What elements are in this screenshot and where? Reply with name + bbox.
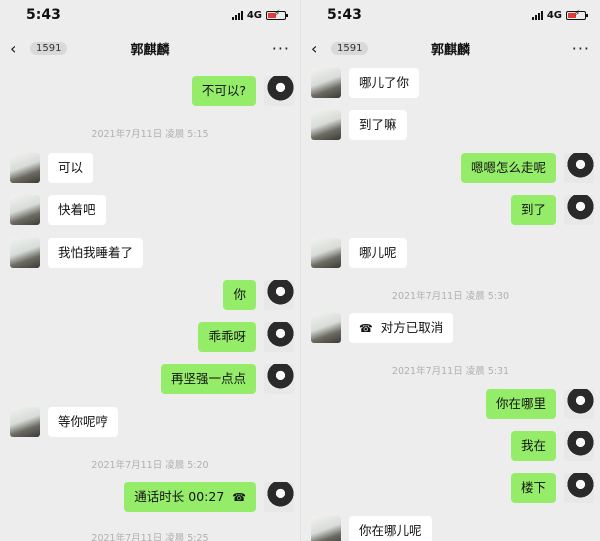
status-bar: 5:43 4G ⚡ xyxy=(0,0,300,30)
message-bubble[interactable]: 再坚强一点点 xyxy=(160,364,256,394)
network-label: 4G xyxy=(546,9,562,21)
message-row: 我在 xyxy=(301,429,600,463)
status-icons: 4G ⚡ xyxy=(531,9,588,21)
message-bubble[interactable]: 等你呢哼 xyxy=(48,407,119,437)
message-row: 楼下 xyxy=(301,471,600,505)
message-bubble[interactable]: 嗯嗯怎么走呢 xyxy=(460,153,556,183)
status-time: 5:43 xyxy=(26,7,61,23)
avatar[interactable] xyxy=(264,322,294,352)
status-icons: 4G ⚡ xyxy=(231,9,288,21)
avatar[interactable] xyxy=(10,238,40,268)
ellipsis-icon[interactable]: ··· xyxy=(272,39,290,58)
chat-screen-left: 5:43 4G ⚡ ‹ 1591 郭麒麟 ··· 不可以? 2021年7月11日… xyxy=(0,0,300,541)
timestamp: 2021年7月11日 凌晨 5:20 xyxy=(91,460,209,471)
timestamp: 2021年7月11日 凌晨 5:31 xyxy=(391,366,510,377)
network-label: 4G xyxy=(246,9,262,21)
message-row: 哪儿了你 xyxy=(301,66,600,100)
message-row: 哪儿呢 xyxy=(301,236,600,270)
avatar[interactable] xyxy=(311,68,341,98)
avatar[interactable] xyxy=(311,110,341,140)
avatar[interactable] xyxy=(311,516,341,541)
message-row: 到了 xyxy=(301,193,600,227)
message-row: 通话时长 00:27 ☎ xyxy=(0,480,300,514)
avatar[interactable] xyxy=(264,482,294,512)
message-row: 不可以? xyxy=(0,74,300,108)
status-bar: 5:43 4G ⚡ xyxy=(301,0,600,30)
chevron-left-icon[interactable]: ‹ xyxy=(301,39,329,58)
avatar[interactable] xyxy=(10,407,40,437)
message-row: ☎ 对方已取消 xyxy=(301,311,600,345)
message-bubble[interactable]: 到了嘛 xyxy=(349,110,407,140)
message-row: 你在哪里 xyxy=(301,387,600,421)
message-bubble[interactable]: 你在哪里 xyxy=(485,389,556,419)
avatar[interactable] xyxy=(264,280,294,310)
avatar[interactable] xyxy=(311,238,341,268)
message-row: 快着吧 xyxy=(0,193,300,227)
message-bubble[interactable]: 不可以? xyxy=(191,76,256,106)
avatar[interactable] xyxy=(10,195,40,225)
chat-screen-right: 5:43 4G ⚡ ‹ 1591 郭麒麟 ··· 哪儿了你 到了嘛 嗯嗯怎么走呢… xyxy=(300,0,600,541)
timestamp: 2021年7月11日 凌晨 5:25 xyxy=(91,533,209,541)
unread-count-badge[interactable]: 1591 xyxy=(30,41,68,55)
message-bubble[interactable]: 快着吧 xyxy=(48,195,106,225)
message-row: 乖乖呀 xyxy=(0,320,300,354)
timestamp: 2021年7月11日 凌晨 5:30 xyxy=(391,291,510,302)
avatar[interactable] xyxy=(264,76,294,106)
message-bubble[interactable]: 哪儿了你 xyxy=(349,68,420,98)
message-bubble[interactable]: 乖乖呀 xyxy=(198,322,256,352)
nav-bar: ‹ 1591 郭麒麟 ··· xyxy=(0,32,300,64)
ellipsis-icon[interactable]: ··· xyxy=(572,39,590,58)
message-row: 再坚强一点点 xyxy=(0,362,300,396)
message-row: 可以 xyxy=(0,151,300,185)
message-row: 我怕我睡着了 xyxy=(0,236,300,270)
avatar[interactable] xyxy=(264,364,294,394)
message-bubble[interactable]: 你在哪儿呢 xyxy=(349,516,432,541)
timestamp: 2021年7月11日 凌晨 5:15 xyxy=(91,129,209,140)
unread-count-badge[interactable]: 1591 xyxy=(331,41,369,55)
avatar[interactable] xyxy=(564,153,594,183)
call-duration-text: 通话时长 00:27 xyxy=(134,489,225,504)
avatar[interactable] xyxy=(564,431,594,461)
message-row: 等你呢哼 xyxy=(0,405,300,439)
call-record-bubble[interactable]: 通话时长 00:27 ☎ xyxy=(124,482,256,512)
signal-icon xyxy=(231,10,243,20)
avatar[interactable] xyxy=(564,195,594,225)
message-bubble[interactable]: 你 xyxy=(223,280,256,310)
phone-handset-icon: ☎ xyxy=(232,491,246,504)
message-bubble[interactable]: 楼下 xyxy=(510,473,556,503)
avatar[interactable] xyxy=(564,473,594,503)
call-record-bubble[interactable]: ☎ 对方已取消 xyxy=(349,313,454,343)
avatar[interactable] xyxy=(311,313,341,343)
battery-icon: ⚡ xyxy=(266,9,288,20)
avatar[interactable] xyxy=(564,389,594,419)
message-bubble[interactable]: 哪儿呢 xyxy=(349,238,407,268)
call-status-text: 对方已取消 xyxy=(380,320,444,335)
chevron-left-icon[interactable]: ‹ xyxy=(0,39,28,58)
message-row: 到了嘛 xyxy=(301,108,600,142)
message-row: 你 xyxy=(0,278,300,312)
status-time: 5:43 xyxy=(327,7,362,23)
message-bubble[interactable]: 可以 xyxy=(48,153,94,183)
battery-icon: ⚡ xyxy=(566,9,588,20)
message-bubble[interactable]: 我怕我睡着了 xyxy=(48,238,144,268)
nav-bar: ‹ 1591 郭麒麟 ··· xyxy=(301,32,600,64)
phone-handset-icon: ☎ xyxy=(359,322,373,335)
message-row: 嗯嗯怎么走呢 xyxy=(301,151,600,185)
message-row: 你在哪儿呢 xyxy=(301,514,600,541)
message-bubble[interactable]: 到了 xyxy=(510,195,556,225)
signal-icon xyxy=(531,10,543,20)
avatar[interactable] xyxy=(10,153,40,183)
message-bubble[interactable]: 我在 xyxy=(510,431,556,461)
